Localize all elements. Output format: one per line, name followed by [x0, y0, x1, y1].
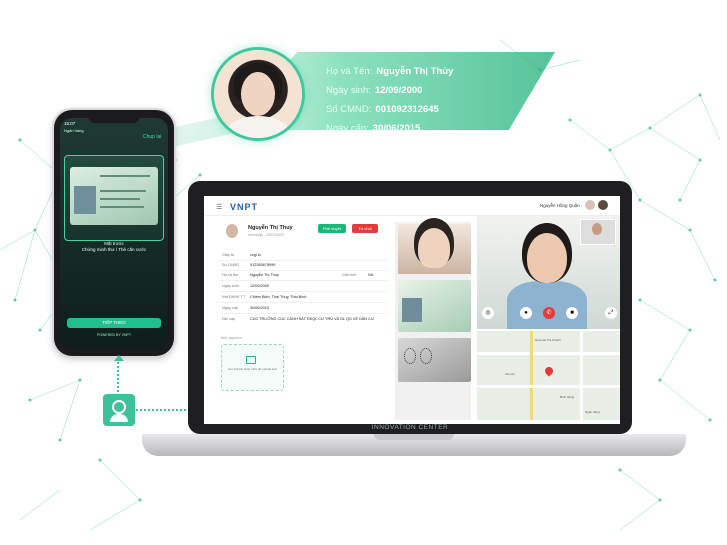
attachments-label: Ảnh captures: [221, 336, 242, 340]
menu-icon[interactable]: ☰: [216, 203, 222, 211]
field-label: Họ và tên: [222, 273, 239, 277]
issue-date-label: Ngày cấp:: [326, 123, 369, 134]
id-card-front-photo: [402, 298, 422, 322]
name-value: Nguyễn Thị Thủy: [376, 66, 454, 77]
user-verify-head: [112, 400, 126, 414]
field-divider: [220, 302, 388, 303]
id-card-photo: [74, 186, 96, 214]
hero-illustration: Họ và Tên: Nguyễn Thị Thủy Ngày sinh: 12…: [0, 0, 727, 545]
field-value: CỤC TRƯỞNG CỤC CẢNH SÁT ĐKQL CƯ TRÚ VÀ D…: [250, 317, 375, 321]
connector-dotted-vertical: [117, 358, 121, 392]
map-label: Cà Lợn: [505, 372, 515, 376]
field-value: 012345678999: [250, 263, 276, 267]
field-divider: [220, 291, 388, 292]
field-value: vcgi ki: [250, 253, 261, 257]
end-call-icon[interactable]: ✆: [543, 307, 555, 319]
map-label: Hoa Cat Trà Chanh: [535, 338, 561, 342]
user-avatar[interactable]: [585, 200, 595, 210]
map-road: [580, 331, 583, 420]
approve-button[interactable]: Phê duyệt: [318, 224, 346, 233]
phone-retake-link[interactable]: Chụp lại: [143, 134, 161, 140]
phone-status-time: 15:07: [64, 121, 76, 126]
field-divider: [220, 313, 388, 314]
remote-user-avatar: [598, 200, 608, 210]
user-verify-body: [110, 414, 128, 422]
face-avatar: [214, 50, 302, 138]
dob-label: Ngày sinh:: [326, 85, 371, 96]
selfie-face: [418, 228, 450, 268]
identity-name-row: Họ và Tên: Nguyễn Thị Thủy: [326, 62, 526, 81]
field-label: Ngày cấp: [222, 306, 239, 310]
map-road: [530, 331, 533, 420]
identity-issue-row: Ngày cấp: 30/06/2015: [326, 119, 526, 138]
field-value: 12/09/2000: [250, 284, 270, 288]
gender-label: Giới tính: [342, 273, 357, 277]
phone-app-title: Ngân hàng: [64, 128, 84, 133]
id-number-label: Số CMND:: [326, 104, 372, 115]
connector-dotted-horizontal: [136, 409, 194, 411]
id-card-line: [100, 206, 144, 208]
video-person-body: [507, 281, 587, 329]
id-card-line: [100, 175, 150, 177]
map-road: [477, 352, 620, 355]
fullscreen-icon[interactable]: ⤢: [605, 307, 617, 319]
field-label: Số CMND: [222, 263, 240, 267]
id-number-value: 001092312645: [375, 104, 439, 115]
field-divider: [220, 280, 388, 281]
field-value: Nguyễn Thị Thuỷ: [250, 273, 279, 277]
field-value: 30/06/2015: [250, 306, 270, 310]
dob-value: 12/09/2000: [374, 85, 423, 96]
field-label: Nơi cấp: [222, 317, 236, 321]
phone-footer: POWERED BY VNPT: [97, 333, 131, 337]
name-label: Họ và Tên:: [326, 66, 373, 77]
laptop-brand-label: INNOVATION CENTER: [371, 424, 449, 431]
gender-value: Nữ: [368, 273, 374, 277]
field-label: Ngày sinh: [222, 284, 239, 288]
fingerprint-icon: [420, 348, 432, 364]
laptop-base-notch: [374, 434, 454, 440]
id-card-line: [100, 190, 146, 192]
current-user-name[interactable]: Nguyễn Hồng Quân: [540, 203, 580, 208]
identity-id-row: Số CMND: 001092312645: [326, 100, 526, 119]
phone-step-text: Mặt trước Chứng minh thư / Thẻ căn cước: [60, 241, 168, 253]
field-value: Chiềm Biên, Thái Thụy, Thái Bình: [250, 295, 307, 299]
upload-icon: [246, 356, 256, 364]
issue-date-value: 30/06/2015: [372, 123, 421, 134]
video-toggle-icon[interactable]: ■: [566, 307, 578, 319]
field-label: Nơi ĐKHK TT: [222, 295, 246, 299]
upload-hint: Kéo thả file hoặc click để upload ảnh: [228, 367, 277, 371]
profile-subtitle: dd/mm/yy - 12/07/2019: [248, 233, 284, 237]
fingerprint-icon: [404, 348, 416, 364]
profile-name: Nguyễn Thị Thuỷ: [248, 225, 293, 231]
microphone-icon[interactable]: ●: [520, 307, 532, 319]
id-card-line: [100, 198, 140, 200]
map-road: [477, 385, 620, 388]
video-person-head: [527, 233, 567, 283]
reject-button[interactable]: Từ chối: [352, 224, 378, 233]
map-label: Bình Hồng: [560, 395, 575, 399]
profile-avatar: [226, 224, 238, 238]
field-divider: [220, 260, 388, 261]
phone-notch: [88, 114, 140, 123]
vnpt-logo: VNPT: [230, 202, 259, 212]
camera-flip-icon[interactable]: ◎: [482, 307, 494, 319]
self-view-head: [592, 223, 602, 235]
next-button[interactable]: TIẾP THEO: [67, 318, 161, 328]
map-label: Ngân hàng: [585, 410, 600, 414]
identity-dob-row: Ngày sinh: 12/09/2000: [326, 81, 526, 100]
identity-info: Họ và Tên: Nguyễn Thị Thủy Ngày sinh: 12…: [326, 62, 526, 138]
phone-step-line2: Chứng minh thư / Thẻ căn cước: [81, 247, 147, 252]
field-divider: [220, 270, 388, 271]
field-label: Giấy tờ: [222, 253, 235, 257]
